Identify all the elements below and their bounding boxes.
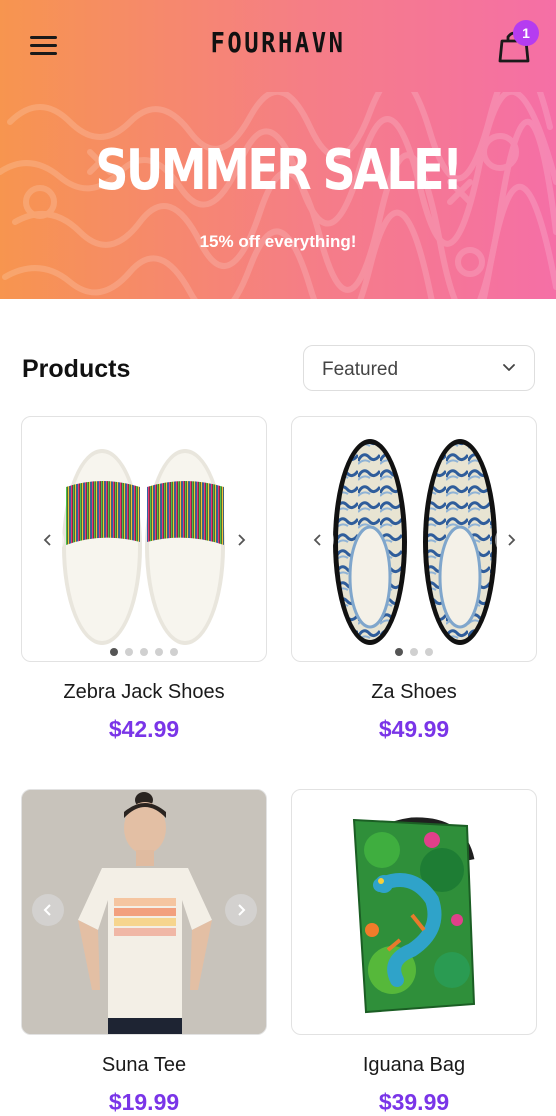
sale-subtitle: 15% off everything!: [199, 232, 357, 251]
product-name[interactable]: Zebra Jack Shoes: [21, 681, 267, 704]
product-price: $39.99: [378, 1089, 450, 1115]
image-carousel-dots: [292, 648, 536, 656]
previous-image-button[interactable]: [302, 524, 334, 556]
carousel-dot[interactable]: [155, 648, 163, 656]
chevron-left-icon: [43, 534, 51, 546]
brand-logo[interactable]: FOURHAVN: [42, 26, 515, 59]
cart-count-badge: 1: [513, 20, 539, 46]
sale-banner: SUMMER SALE! 15% off everything!: [0, 92, 556, 299]
product-image[interactable]: [21, 416, 267, 662]
product-image[interactable]: [291, 789, 537, 1035]
chevron-right-icon: [508, 534, 516, 546]
product-image[interactable]: [291, 416, 537, 662]
carousel-dot[interactable]: [425, 648, 433, 656]
tote-bag-image: [352, 817, 476, 1014]
chevron-left-icon: [43, 904, 51, 916]
image-carousel-dots: [22, 648, 266, 656]
sale-title: SUMMER SALE!: [95, 138, 463, 203]
carousel-dot[interactable]: [395, 648, 403, 656]
product-image[interactable]: [21, 789, 267, 1035]
next-image-button[interactable]: [495, 524, 527, 556]
product-price: $42.99: [108, 716, 180, 742]
carousel-dot[interactable]: [125, 648, 133, 656]
carousel-dot[interactable]: [170, 648, 178, 656]
carousel-dot[interactable]: [410, 648, 418, 656]
sort-select[interactable]: Featured: [303, 345, 535, 391]
product-name[interactable]: Za Shoes: [291, 681, 537, 704]
carousel-dot[interactable]: [110, 648, 118, 656]
previous-image-button[interactable]: [32, 524, 64, 556]
previous-image-button[interactable]: [32, 894, 64, 926]
products-heading: Products: [22, 355, 131, 383]
chevron-left-icon: [313, 534, 321, 546]
next-image-button[interactable]: [225, 894, 257, 926]
chevron-right-icon: [238, 904, 246, 916]
carousel-dot[interactable]: [140, 648, 148, 656]
product-price: $19.99: [108, 1089, 180, 1115]
product-price: $49.99: [378, 716, 450, 742]
product-name[interactable]: Suna Tee: [21, 1054, 267, 1077]
top-navigation-bar: FOURHAVN 1: [0, 0, 556, 92]
next-image-button[interactable]: [225, 524, 257, 556]
chevron-right-icon: [238, 534, 246, 546]
chevron-down-icon: [503, 364, 515, 371]
sort-selected-value: Featured: [322, 359, 399, 380]
product-name[interactable]: Iguana Bag: [291, 1054, 537, 1077]
